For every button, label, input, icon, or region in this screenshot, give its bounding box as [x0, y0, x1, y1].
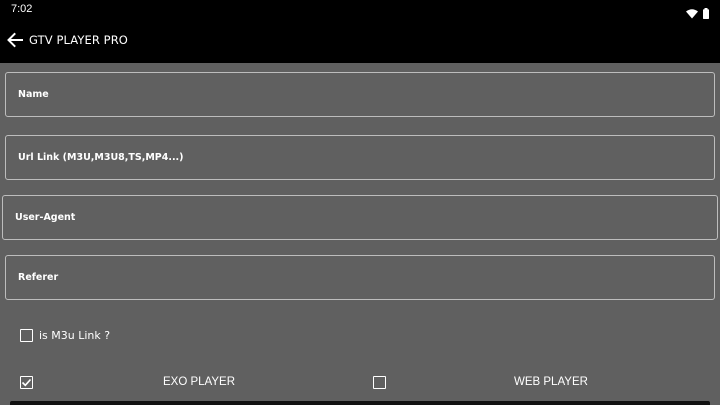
url-field[interactable]	[5, 135, 715, 180]
user-agent-input[interactable]	[3, 196, 717, 239]
app-bar: GTV PLAYER PRO	[0, 20, 720, 63]
status-time: 7:02	[11, 3, 33, 15]
name-field[interactable]	[5, 72, 715, 117]
exo-player-checkbox[interactable]	[20, 376, 33, 389]
arrow-back-icon	[4, 32, 26, 55]
web-player-checkbox[interactable]	[373, 376, 386, 389]
is-m3u-label: is M3u Link ?	[39, 329, 111, 342]
status-bar: 7:02	[0, 0, 720, 20]
exo-player-label[interactable]: EXO PLAYER	[163, 376, 235, 388]
web-player-label[interactable]: WEB PLAYER	[514, 376, 588, 388]
url-input[interactable]	[6, 136, 714, 179]
back-button[interactable]	[4, 29, 26, 51]
app-title: GTV PLAYER PRO	[29, 33, 128, 47]
referer-input[interactable]	[6, 256, 714, 299]
bottom-panel-edge	[10, 401, 710, 405]
user-agent-field[interactable]	[2, 195, 718, 240]
name-input[interactable]	[6, 73, 714, 116]
referer-field[interactable]	[5, 255, 715, 300]
is-m3u-checkbox[interactable]	[20, 329, 33, 342]
